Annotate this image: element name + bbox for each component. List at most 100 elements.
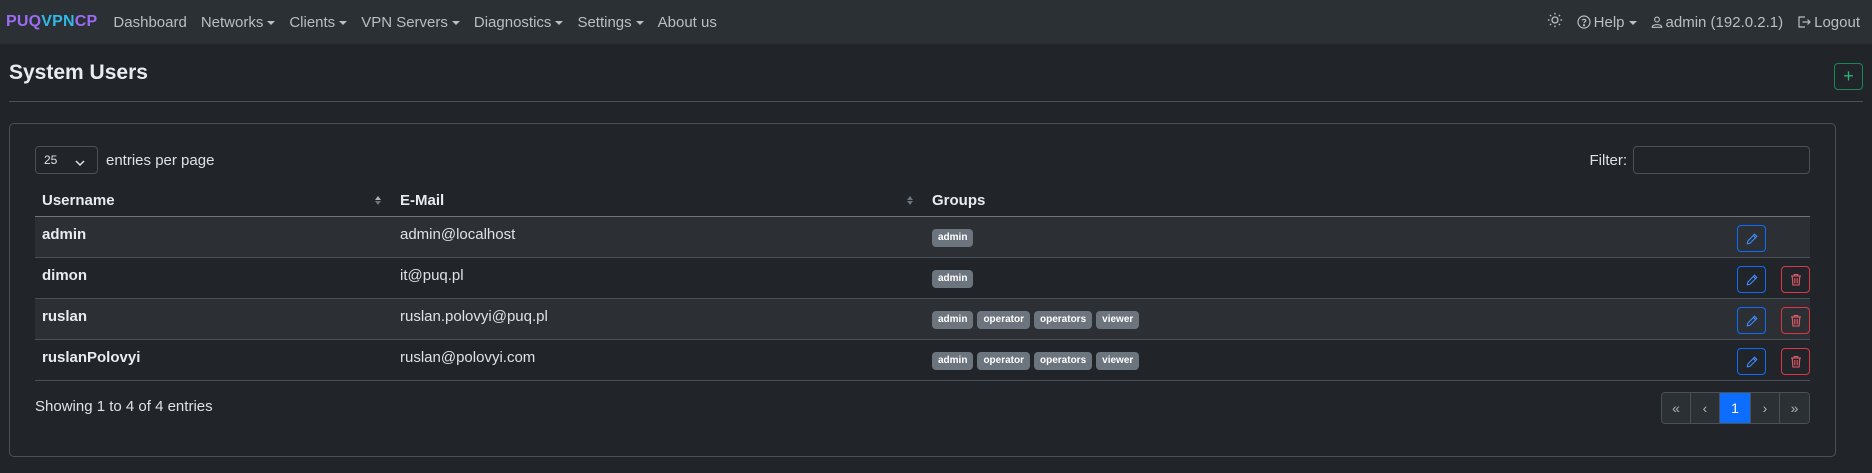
nav-item-settings[interactable]: Settings bbox=[577, 13, 644, 31]
cell-email: it@puq.pl bbox=[393, 258, 925, 298]
cell-username: ruslan bbox=[35, 299, 393, 339]
group-badges: admin bbox=[932, 229, 974, 247]
group-badge: admin bbox=[932, 352, 974, 370]
column-header-label: E-Mail bbox=[400, 192, 445, 209]
chevron-down-icon bbox=[1628, 21, 1637, 25]
users-card: 25 entries per page Filter: Username E-M… bbox=[9, 123, 1836, 457]
group-badge: operators bbox=[1034, 352, 1093, 370]
pagination-last[interactable]: » bbox=[1780, 393, 1809, 423]
pagination-next[interactable]: › bbox=[1751, 393, 1780, 423]
nav-item-label: Networks bbox=[200, 13, 264, 31]
table-row: ruslanPolovyi ruslan@polovyi.com admin oper… bbox=[35, 340, 1810, 381]
chevron-down-icon bbox=[635, 21, 644, 25]
nav-item-label: Settings bbox=[577, 13, 632, 31]
chevron-down-icon bbox=[555, 21, 564, 25]
username-text: dimon bbox=[42, 266, 87, 284]
nav-item-dashboard[interactable]: Dashboard bbox=[113, 14, 186, 31]
email-text: it@puq.pl bbox=[400, 266, 464, 284]
filter-input[interactable] bbox=[1633, 146, 1810, 174]
plus-icon: + bbox=[1843, 66, 1854, 86]
brand-part-2: VPN bbox=[41, 13, 75, 30]
pencil-icon bbox=[1746, 314, 1758, 327]
cell-username: admin bbox=[35, 217, 393, 257]
column-header-label: Groups bbox=[932, 192, 986, 209]
table-row: admin admin@localhost admin bbox=[35, 217, 1810, 258]
per-page-select[interactable]: 25 bbox=[35, 146, 98, 174]
page-title: System Users bbox=[9, 61, 148, 84]
per-page-value: 25 bbox=[44, 153, 58, 167]
help-menu[interactable]: Help bbox=[1577, 14, 1637, 31]
person-icon bbox=[1651, 16, 1663, 28]
chevron-down-icon bbox=[267, 21, 276, 25]
pencil-icon bbox=[1746, 355, 1758, 368]
nav-item-networks[interactable]: Networks bbox=[201, 14, 276, 31]
cell-username: dimon bbox=[35, 258, 393, 298]
nav-item-about-us[interactable]: About us bbox=[658, 14, 717, 31]
edit-user-button[interactable] bbox=[1737, 225, 1766, 252]
delete-user-button[interactable] bbox=[1781, 307, 1810, 334]
group-badge: operators bbox=[1034, 311, 1093, 329]
navbar: PUQ VPN CP Dashboard Networks Clients VPN Ser… bbox=[0, 0, 1872, 44]
group-badge: operator bbox=[977, 352, 1031, 370]
pagination-previous[interactable]: ‹ bbox=[1691, 393, 1720, 423]
chevron-down-icon bbox=[339, 21, 348, 25]
row-actions bbox=[1737, 217, 1810, 257]
sun-icon bbox=[1547, 12, 1563, 32]
brand-part-3: CP bbox=[74, 13, 98, 30]
user-menu[interactable]: admin (192.0.2.1) bbox=[1651, 13, 1784, 31]
chevron-down-icon bbox=[451, 21, 460, 25]
username-text: admin bbox=[42, 225, 87, 243]
group-badge: admin bbox=[932, 229, 974, 247]
sort-icon bbox=[375, 196, 381, 205]
delete-user-button[interactable] bbox=[1781, 266, 1810, 293]
sort-icon bbox=[907, 196, 913, 205]
pagination-first[interactable]: « bbox=[1662, 393, 1691, 423]
brand-logo[interactable]: PUQ VPN CP bbox=[6, 13, 97, 31]
nav-item-label: Dashboard bbox=[113, 13, 187, 31]
page-header: System Users + bbox=[9, 58, 1863, 102]
group-badges: admin bbox=[932, 270, 974, 288]
nav-item-diagnostics[interactable]: Diagnostics bbox=[474, 14, 564, 31]
theme-toggle[interactable] bbox=[1547, 12, 1563, 32]
logout-label: Logout bbox=[1814, 13, 1860, 31]
cell-email: admin@localhost bbox=[393, 217, 925, 257]
cell-groups: admin operator operators viewer bbox=[925, 299, 1810, 339]
row-actions bbox=[1737, 299, 1810, 339]
trash-icon bbox=[1790, 355, 1802, 368]
column-header-username[interactable]: Username bbox=[35, 185, 393, 216]
table-info: Showing 1 to 4 of 4 entries bbox=[35, 398, 213, 415]
edit-user-button[interactable] bbox=[1737, 266, 1766, 293]
email-text: ruslan@polovyi.com bbox=[400, 348, 536, 366]
question-circle-icon bbox=[1577, 15, 1591, 29]
edit-user-button[interactable] bbox=[1737, 307, 1766, 334]
username-text: ruslanPolovyi bbox=[42, 348, 141, 366]
user-label: admin (192.0.2.1) bbox=[1665, 13, 1784, 31]
cell-groups: admin bbox=[925, 258, 1810, 298]
cell-email: ruslan.polovyi@puq.pl bbox=[393, 299, 925, 339]
group-badges: admin operator operators viewer bbox=[932, 311, 1140, 329]
add-user-button[interactable]: + bbox=[1834, 63, 1863, 90]
logout-link[interactable]: Logout bbox=[1797, 14, 1860, 31]
row-actions bbox=[1737, 340, 1810, 380]
group-badge: admin bbox=[932, 311, 974, 329]
delete-user-button[interactable] bbox=[1781, 348, 1810, 375]
brand-part-1: PUQ bbox=[6, 13, 42, 30]
logout-icon bbox=[1797, 15, 1811, 29]
table-body: admin admin@localhost admin dimon it@puq.pl a… bbox=[35, 217, 1810, 381]
pencil-icon bbox=[1746, 273, 1758, 286]
pagination-page[interactable]: 1 bbox=[1720, 393, 1751, 423]
table-row: ruslan ruslan.polovyi@puq.pl admin operator… bbox=[35, 299, 1810, 340]
column-header-groups: Groups bbox=[925, 185, 1810, 216]
username-text: ruslan bbox=[42, 307, 88, 325]
nav-item-vpn-servers[interactable]: VPN Servers bbox=[361, 14, 460, 31]
edit-user-button[interactable] bbox=[1737, 348, 1766, 375]
filter-control: Filter: bbox=[1590, 146, 1810, 174]
nav-item-label: Diagnostics bbox=[473, 13, 552, 31]
pencil-icon bbox=[1746, 232, 1758, 245]
column-header-email[interactable]: E-Mail bbox=[393, 185, 925, 216]
per-page-label: entries per page bbox=[106, 151, 215, 169]
table-header: Username E-Mail Groups bbox=[35, 185, 1810, 217]
nav-item-clients[interactable]: Clients bbox=[289, 14, 348, 31]
email-text: ruslan.polovyi@puq.pl bbox=[400, 307, 548, 325]
nav-item-label: VPN Servers bbox=[361, 13, 448, 31]
